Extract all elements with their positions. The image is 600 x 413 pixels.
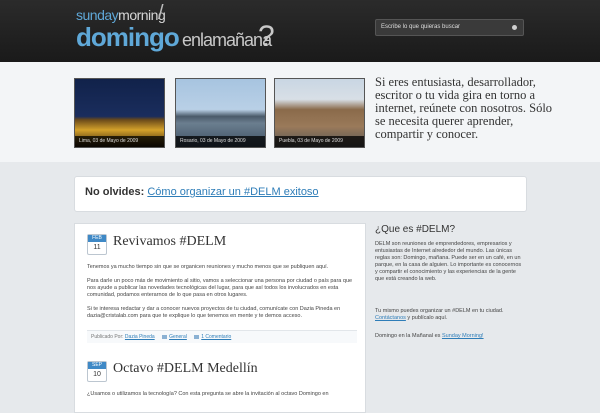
author-link[interactable]: Dazia Pineda — [125, 334, 155, 340]
post-month: SEP — [88, 362, 106, 369]
published-by-label: Publicado Por: — [91, 334, 124, 340]
photo-rosario[interactable]: Rosario, 03 de Mayo de 2009 — [175, 78, 266, 148]
photo-caption: Puebla, 03 de Mayo de 2009 — [275, 136, 364, 147]
sunday-morning-link[interactable]: Sunday Morning! — [442, 333, 484, 339]
sidebar-paragraph: Tu mismo puedes organizar un #DELM en tu… — [375, 308, 504, 321]
search-input[interactable]: Escribe lo que quieras buscar — [375, 19, 524, 36]
contact-link[interactable]: Contáctanos — [375, 315, 406, 321]
comments-link[interactable]: 1 Comentario — [201, 334, 231, 340]
post-day: 11 — [93, 244, 101, 251]
post-month: FEB — [88, 235, 106, 242]
logo-domingo[interactable]: domingo — [76, 22, 180, 53]
posts-column: FEB 11 Revivamos #DELM Tenemos ya mucho … — [74, 223, 366, 413]
post-meta: Publicado Por: Dazia Pineda General 1 Co… — [87, 330, 357, 343]
sidebar-paragraph: Domingo en la Mañanal es Sunday Morning! — [375, 333, 484, 339]
sidebar-title: ¿Que es #DELM? — [375, 224, 456, 235]
comment-icon — [194, 334, 200, 339]
folder-icon — [162, 334, 168, 339]
site-header: sundaymorning / domingo enlamañana ? Esc… — [0, 0, 600, 62]
logo-sunday-morning[interactable]: sundaymorning — [76, 7, 166, 23]
logo-question-mark: ? — [258, 20, 275, 53]
post-title[interactable]: Revivamos #DELM — [113, 234, 226, 250]
sidebar-paragraph: DELM son reuniones de emprendedores, emp… — [375, 241, 522, 282]
post-date: FEB 11 — [87, 234, 107, 255]
tagline: Si eres entusiasta, desarrollador, escri… — [375, 75, 553, 141]
photo-caption: Lima, 03 de Mayo de 2009 — [75, 136, 164, 147]
photo-caption: Rosario, 03 de Mayo de 2009 — [176, 136, 265, 147]
post-paragraph: Tenemos ya mucho tiempo sin que se organ… — [87, 264, 329, 270]
post-day: 10 — [93, 371, 101, 378]
notice-box: No olvides: Cómo organizar un #DELM exit… — [74, 176, 527, 212]
photo-lima[interactable]: Lima, 03 de Mayo de 2009 — [74, 78, 165, 148]
notice-link[interactable]: Cómo organizar un #DELM exitoso — [147, 186, 318, 198]
notice-label: No olvides: — [85, 186, 145, 198]
post-paragraph: Para darle un poco más de movimiento al … — [87, 278, 353, 298]
category-link[interactable]: General — [169, 334, 187, 340]
post-paragraph: ¿Usamos o utilizamos la tecnología? Con … — [87, 391, 329, 397]
post-date: SEP 10 — [87, 361, 107, 382]
photo-puebla[interactable]: Puebla, 03 de Mayo de 2009 — [274, 78, 365, 148]
search-icon[interactable] — [512, 25, 517, 30]
post-paragraph: Si te interesa redactar y dar a conocer … — [87, 306, 341, 319]
post-title[interactable]: Octavo #DELM Medellín — [113, 361, 258, 377]
